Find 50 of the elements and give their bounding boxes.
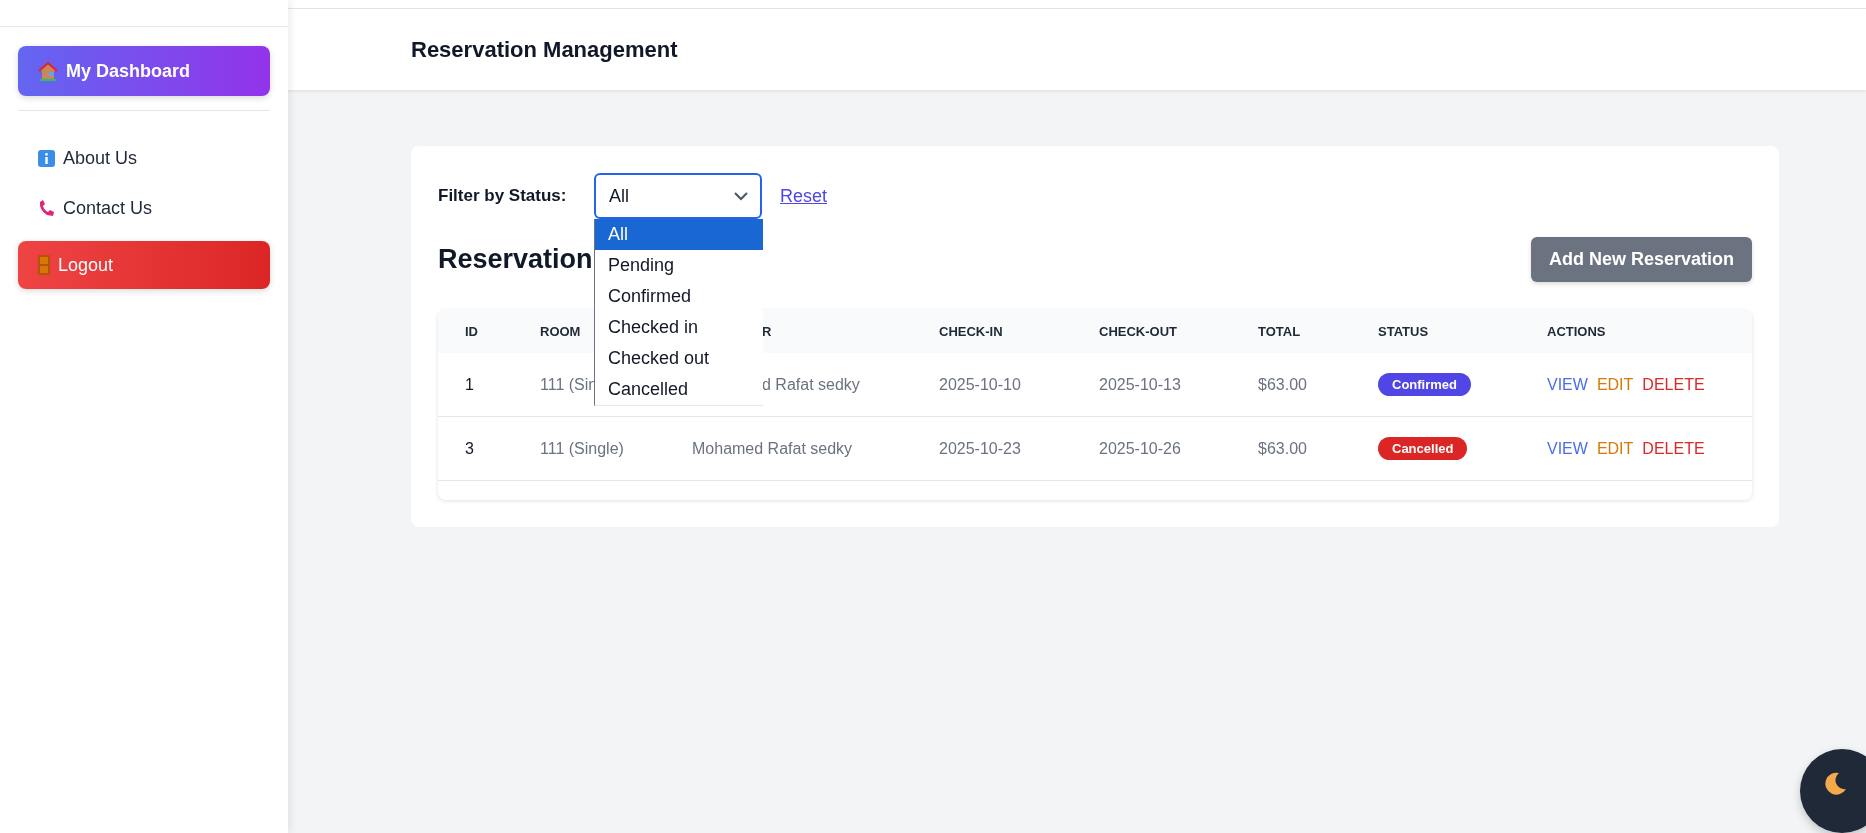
view-link[interactable]: VIEW: [1547, 439, 1588, 458]
chevron-down-icon: [734, 191, 748, 201]
table-cell: 2025-10-26: [1099, 439, 1181, 458]
table-cell: d Rafat sedky: [762, 375, 860, 394]
dropdown-option[interactable]: Checked in: [595, 312, 763, 343]
logout-button[interactable]: Logout: [18, 241, 270, 289]
view-link[interactable]: VIEW: [1547, 375, 1588, 394]
dropdown-option[interactable]: All: [595, 219, 763, 250]
door-icon: [38, 255, 50, 275]
column-header: CHECK-IN: [939, 324, 1003, 339]
table-cell: $63.00: [1258, 439, 1307, 458]
column-header: R: [762, 324, 772, 339]
filter-label: Filter by Status:: [438, 186, 568, 206]
moon-icon: [1822, 771, 1848, 797]
column-header: TOTAL: [1258, 324, 1301, 339]
column-header: STATUS: [1378, 324, 1429, 339]
table-cell: 3: [465, 439, 474, 458]
reset-link[interactable]: Reset: [780, 185, 828, 207]
section-title: Reservation: [438, 244, 593, 275]
table-cell: 111 (Single): [540, 439, 624, 458]
theme-toggle-button[interactable]: [1800, 749, 1866, 833]
column-header: ROOM: [540, 324, 581, 339]
dashboard-button[interactable]: My Dashboard: [18, 46, 270, 96]
column-header: ID: [465, 324, 478, 339]
phone-icon: [38, 199, 55, 217]
dropdown-option[interactable]: Pending: [595, 250, 763, 281]
status-badge: Cancelled: [1378, 437, 1468, 460]
table-cell: 2025-10-13: [1099, 375, 1181, 394]
delete-link[interactable]: DELETE: [1642, 375, 1705, 394]
column-header: CHECK-OUT: [1099, 324, 1177, 339]
dropdown-option[interactable]: Checked out: [595, 343, 763, 374]
table-cell: Mohamed Rafat sedky: [692, 439, 853, 458]
info-icon: [38, 149, 55, 167]
dropdown-option[interactable]: Confirmed: [595, 281, 763, 312]
column-header: ACTIONS: [1547, 324, 1606, 339]
delete-link[interactable]: DELETE: [1642, 439, 1705, 458]
edit-link[interactable]: EDIT: [1596, 439, 1634, 458]
table-cell: $63.00: [1258, 375, 1307, 394]
status-badge: Confirmed: [1378, 373, 1471, 396]
add-reservation-button[interactable]: Add New Reservation: [1530, 237, 1752, 282]
house-icon: [38, 61, 58, 81]
table-cell: 2025-10-23: [939, 439, 1021, 458]
table-cell: 1: [465, 375, 474, 394]
edit-link[interactable]: EDIT: [1596, 375, 1634, 394]
sidebar-link[interactable]: About Us: [18, 133, 270, 183]
status-select[interactable]: All: [594, 173, 762, 219]
sidebar-link[interactable]: Contact Us: [18, 183, 270, 233]
page-title: Reservation Management: [411, 36, 678, 63]
dropdown-option[interactable]: Cancelled: [595, 374, 763, 405]
table-cell: 2025-10-10: [939, 375, 1021, 394]
